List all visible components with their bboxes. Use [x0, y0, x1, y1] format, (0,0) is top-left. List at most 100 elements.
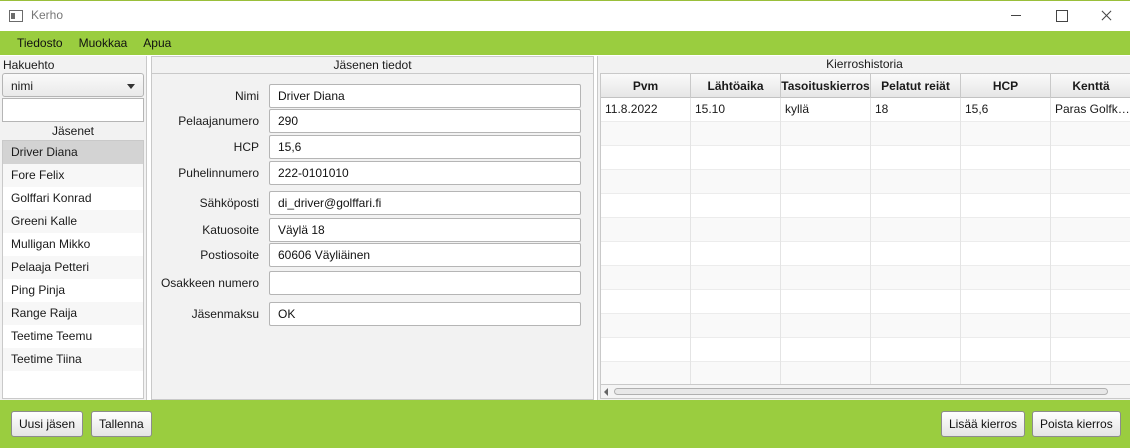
- table-cell: [601, 122, 691, 146]
- table-cell: [691, 266, 781, 290]
- column-header[interactable]: Tasoituskierros: [781, 74, 871, 98]
- form-row: Jäsenmaksu: [152, 302, 593, 326]
- table-row[interactable]: [601, 338, 1130, 362]
- new-member-button[interactable]: Uusi jäsen: [11, 411, 84, 437]
- form-row: Nimi: [152, 84, 593, 108]
- member-list-item[interactable]: Driver Diana: [3, 141, 143, 164]
- form-row: Puhelinnumero: [152, 161, 593, 185]
- scroll-left-icon[interactable]: [604, 388, 608, 396]
- form-row: HCP: [152, 135, 593, 159]
- table-cell: [1051, 242, 1130, 266]
- column-header[interactable]: Pelatut reiät: [871, 74, 961, 98]
- table-cell: [781, 266, 871, 290]
- table-cell: [871, 266, 961, 290]
- table-cell: 15.10: [691, 98, 781, 122]
- table-cell: [781, 290, 871, 314]
- search-field-select[interactable]: nimi: [2, 73, 144, 97]
- table-row[interactable]: [601, 194, 1130, 218]
- menu-muokkaa[interactable]: Muokkaa: [71, 31, 136, 55]
- round-history-table[interactable]: Pvm Lähtöaika Tasoituskierros Pelatut reiät…: [600, 73, 1130, 385]
- column-header[interactable]: Kenttä: [1051, 74, 1130, 98]
- member-list-item[interactable]: Pelaaja Petteri: [3, 256, 143, 279]
- round-history-panel: Kierroshistoria Pvm Lähtöaika Tasoituskier…: [597, 56, 1130, 400]
- table-cell: 11.8.2022: [601, 98, 691, 122]
- table-cell: [691, 122, 781, 146]
- maximize-icon[interactable]: [1038, 1, 1084, 31]
- table-row[interactable]: [601, 290, 1130, 314]
- member-list-item[interactable]: Mulligan Mikko: [3, 233, 143, 256]
- field-input[interactable]: [269, 191, 581, 215]
- table-cell: [601, 290, 691, 314]
- field-label: Katuosoite: [202, 223, 259, 237]
- table-cell: [601, 218, 691, 242]
- field-input[interactable]: [269, 302, 581, 326]
- delete-round-button[interactable]: Poista kierros: [1032, 411, 1121, 437]
- table-cell: 18: [871, 98, 961, 122]
- table-row[interactable]: [601, 266, 1130, 290]
- field-label: Nimi: [235, 89, 259, 103]
- table-cell: [961, 338, 1051, 362]
- member-list-item[interactable]: Golffari Konrad: [3, 187, 143, 210]
- table-cell: [961, 218, 1051, 242]
- horizontal-scrollbar[interactable]: [600, 385, 1130, 399]
- field-label: Osakkeen numero: [160, 276, 259, 290]
- table-row[interactable]: [601, 242, 1130, 266]
- form-row: Osakkeen numero: [152, 271, 593, 295]
- add-round-button[interactable]: Lisää kierros: [941, 411, 1026, 437]
- table-cell: [961, 290, 1051, 314]
- field-input[interactable]: [269, 84, 581, 108]
- field-label: Pelaajanumero: [178, 114, 259, 128]
- field-input[interactable]: [269, 109, 581, 133]
- table-cell: [691, 338, 781, 362]
- table-cell: [1051, 146, 1130, 170]
- scrollbar-thumb[interactable]: [614, 388, 1108, 395]
- close-icon[interactable]: [1083, 1, 1129, 31]
- table-row[interactable]: [601, 170, 1130, 194]
- search-input[interactable]: [2, 98, 144, 122]
- table-cell: [691, 242, 781, 266]
- table-cell: [1051, 266, 1130, 290]
- member-list-item[interactable]: Greeni Kalle: [3, 210, 143, 233]
- column-header[interactable]: HCP: [961, 74, 1051, 98]
- member-list-item[interactable]: Ping Pinja: [3, 279, 143, 302]
- save-button[interactable]: Tallenna: [91, 411, 152, 437]
- table-row[interactable]: 11.8.2022 15.10 kyllä 18 15,6 Paras Golfker..…: [601, 98, 1130, 122]
- table-row[interactable]: [601, 362, 1130, 384]
- table-cell: [871, 146, 961, 170]
- field-label: HCP: [233, 140, 259, 154]
- table-cell: [961, 362, 1051, 384]
- table-cell: [961, 242, 1051, 266]
- member-details-header: Jäsenen tiedot: [152, 57, 593, 74]
- table-cell: [1051, 290, 1130, 314]
- table-row[interactable]: [601, 146, 1130, 170]
- column-header[interactable]: Pvm: [601, 74, 691, 98]
- table-cell: [781, 314, 871, 338]
- members-list[interactable]: Driver Diana Fore Felix Golffari Konrad Gre…: [2, 140, 144, 399]
- form-row: Pelaajanumero: [152, 109, 593, 133]
- bottom-toolbar: Uusi jäsen Tallenna Lisää kierros Poista…: [0, 400, 1130, 448]
- table-cell: [871, 170, 961, 194]
- table-row[interactable]: [601, 314, 1130, 338]
- table-cell: [781, 122, 871, 146]
- field-input[interactable]: [269, 271, 581, 295]
- field-input[interactable]: [269, 135, 581, 159]
- menu-tiedosto[interactable]: Tiedosto: [9, 31, 71, 55]
- field-input[interactable]: [269, 218, 581, 242]
- table-cell: [601, 338, 691, 362]
- field-input[interactable]: [269, 243, 581, 267]
- column-header[interactable]: Lähtöaika: [691, 74, 781, 98]
- table-row[interactable]: [601, 218, 1130, 242]
- minimize-icon[interactable]: [993, 1, 1039, 31]
- member-list-item[interactable]: Teetime Teemu: [3, 325, 143, 348]
- table-cell: [1051, 314, 1130, 338]
- member-list-item[interactable]: Teetime Tiina: [3, 348, 143, 371]
- field-input[interactable]: [269, 161, 581, 185]
- member-list-item[interactable]: Fore Felix: [3, 164, 143, 187]
- member-list-item[interactable]: Range Raija: [3, 302, 143, 325]
- menu-apua[interactable]: Apua: [135, 31, 179, 55]
- form-row: Katuosoite: [152, 218, 593, 242]
- table-cell: Paras Golfker...: [1051, 98, 1130, 122]
- members-panel: Hakuehto nimi Jäsenet Driver Diana Fore F…: [0, 56, 147, 400]
- table-cell: [781, 170, 871, 194]
- table-row[interactable]: [601, 122, 1130, 146]
